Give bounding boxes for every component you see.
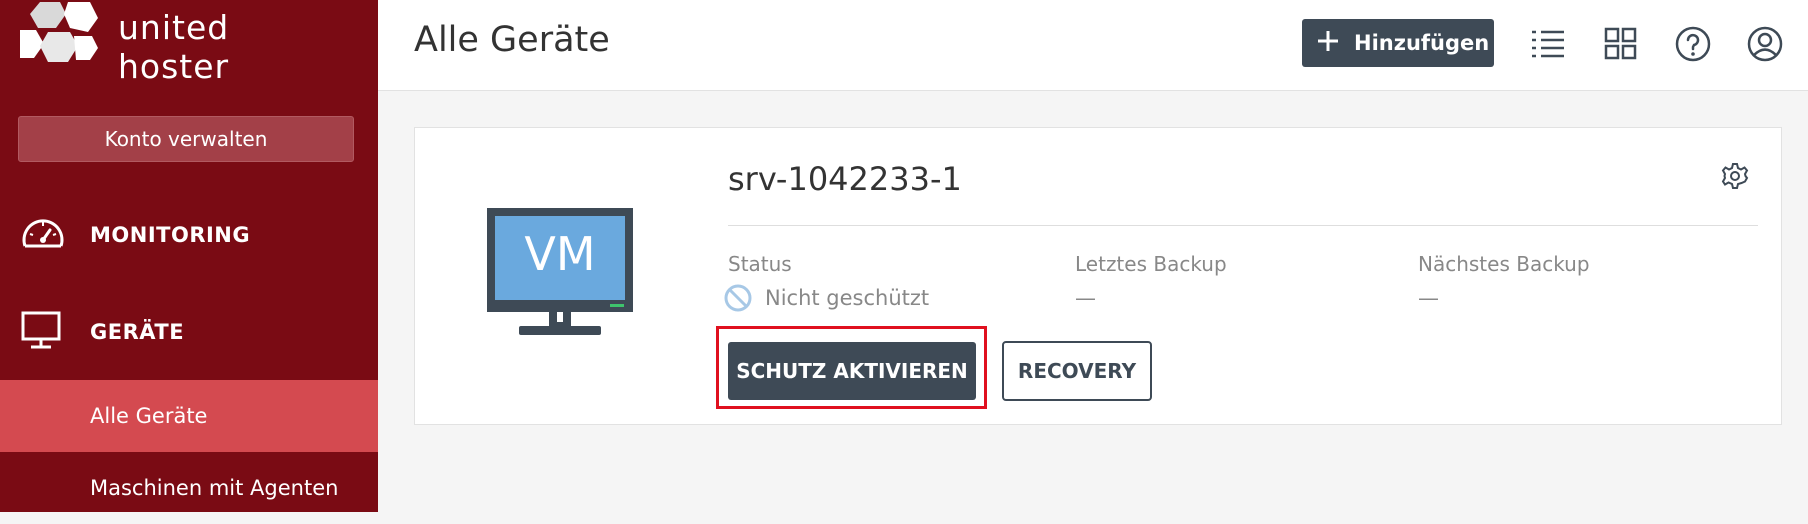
nav-monitoring[interactable]: MONITORING [0, 200, 378, 270]
nav-monitoring-label: MONITORING [90, 223, 251, 247]
gear-icon[interactable] [1721, 162, 1749, 194]
last-backup-value: — [1075, 286, 1096, 310]
manage-account-button[interactable]: Konto verwalten [18, 116, 354, 162]
page-title: Alle Geräte [414, 20, 610, 60]
add-button-label: Hinzufügen [1354, 31, 1490, 55]
speedometer-icon [20, 212, 66, 258]
status-value: Nicht geschützt [765, 286, 930, 310]
nav-agent-machines-label: Maschinen mit Agenten [90, 476, 339, 500]
status-label: Status [728, 252, 792, 276]
nav-all-devices-label: Alle Geräte [90, 404, 208, 428]
add-button[interactable]: Hinzufügen [1302, 19, 1494, 67]
brand-logo[interactable]: united hoster [18, 0, 228, 86]
vm-monitor-label: VM [524, 227, 595, 281]
nav-devices[interactable]: GERÄTE [0, 297, 378, 367]
help-icon[interactable] [1674, 25, 1712, 63]
last-backup-label: Letztes Backup [1075, 252, 1227, 276]
nav-agent-machines[interactable]: Maschinen mit Agenten [0, 452, 378, 524]
vm-monitor-icon: VM [487, 208, 635, 342]
next-backup-value: — [1418, 286, 1439, 310]
sidebar: united hoster Konto verwalten MONITORING [0, 0, 378, 512]
user-account-icon[interactable] [1746, 25, 1784, 63]
brand-name: united hoster [118, 8, 230, 86]
plus-icon [1316, 29, 1340, 57]
device-card[interactable]: VM srv-1042233-1 Status Nicht geschützt … [414, 127, 1782, 425]
list-view-icon[interactable] [1530, 25, 1568, 63]
device-name: srv-1042233-1 [728, 160, 962, 198]
nav-all-devices[interactable]: Alle Geräte [0, 380, 378, 452]
nav-devices-label: GERÄTE [90, 320, 185, 344]
grid-view-icon[interactable] [1602, 25, 1640, 63]
activate-protection-button[interactable]: SCHUTZ AKTIVIEREN [728, 342, 976, 400]
next-backup-label: Nächstes Backup [1418, 252, 1590, 276]
recovery-button[interactable]: RECOVERY [1002, 341, 1152, 401]
cube-logo-icon [20, 2, 98, 62]
card-divider [728, 225, 1758, 226]
not-protected-icon [722, 282, 754, 318]
header: Alle Geräte Hinzufügen [378, 0, 1808, 91]
monitor-icon [20, 310, 62, 354]
